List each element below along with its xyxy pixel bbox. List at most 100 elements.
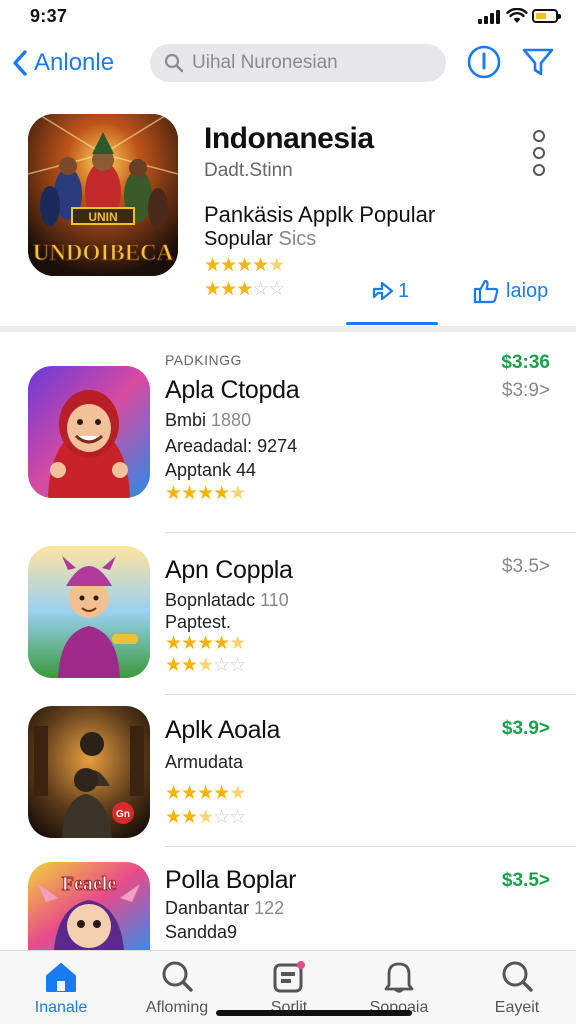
home-indicator [216,1010,412,1016]
bell-icon [384,962,414,993]
star-icon: ★ [197,807,214,828]
share-icon [372,281,394,301]
app-rating-stars: ★★★★★ [165,482,246,505]
app-artwork[interactable]: Feaele [28,862,150,950]
star-icon: ★ [165,633,182,654]
artwork-badge-text: UNIN [88,210,117,224]
artwork-title-text: Feaele [62,873,117,895]
search-input[interactable] [192,52,432,74]
like-button[interactable]: laiop [472,276,548,306]
app-downloads: Areadadal: 9274 [165,436,298,456]
tab-apps[interactable]: Sorlit [234,959,344,1017]
section-divider [0,326,576,332]
thumbs-up-icon [473,279,499,304]
star-icon: ★ [165,655,182,676]
featured-rating-stars: ★★★★★ [204,254,285,277]
star-icon: ★ [165,483,182,504]
status-bar: 9:37 [0,0,576,34]
featured-app-developer: Dadt.Stinn [204,160,293,181]
star-icon: ★ [229,483,246,504]
artwork-title-text: UNDOIBECA [33,240,174,265]
star-icon: ★ [220,255,237,276]
star-icon: ★ [181,633,198,654]
app-artwork[interactable]: Gn [28,706,150,838]
tab-home[interactable]: Inanale [6,959,116,1017]
star-icon: ★ [268,255,285,276]
featured-secondary-rating-stars: ★★★☆☆ [204,278,285,301]
more-options-icon[interactable] [532,130,546,178]
price-button[interactable]: $3.9> [502,718,550,740]
app-developer: Paptest. [165,612,232,632]
star-icon: ☆ [229,655,246,676]
star-icon: ☆ [213,655,230,676]
star-icon: ★ [165,807,182,828]
app-rating-stars: ★★★★★ [165,782,246,805]
selected-tab-indicator [346,322,438,325]
star-icon: ★ [181,483,198,504]
app-developer: Sandda9 [165,922,238,942]
price-button[interactable]: $3:36 [501,352,550,374]
app-secondary-rating-stars: ★★★☆☆ [165,806,246,829]
star-icon: ★ [236,279,253,300]
chevron-left-icon [13,50,27,76]
star-icon: ★ [236,255,253,276]
info-icon[interactable] [466,44,502,80]
app-title: Polla Boplar [165,866,297,894]
apps-icon [273,961,305,993]
search-icon [164,53,184,73]
app-secondary-rating-stars: ★★★☆☆ [165,654,246,677]
price-button[interactable]: $3.5> [502,556,550,578]
app-subtitle: Danbantar 122 [165,898,284,919]
battery-icon [532,9,561,23]
tab-label: Inanale [34,999,88,1016]
rank-text: Sics [278,228,317,250]
app-artwork-illustration: Gn [28,706,150,838]
star-icon: ★ [204,279,221,300]
category-text: Sopular [204,228,273,250]
star-icon: ★ [197,655,214,676]
star-icon: ☆ [268,279,285,300]
navigation-bar: Anlonle [0,40,576,86]
tab-notifications[interactable]: Sopoaia [344,959,454,1017]
star-icon: ☆ [229,807,246,828]
featured-app[interactable]: UNIN UNDOIBECA Indonanesia Dadt.Stinn Pa… [0,112,576,328]
price-secondary[interactable]: $3:9> [502,380,550,402]
app-subtitle-number: 1880 [211,410,252,430]
tab-explore[interactable]: Eayeit [462,959,572,1017]
app-subtitle-text: Danbantar [165,898,250,918]
app-subtitle-text: Bmbi [165,410,207,430]
star-icon: ★ [229,783,246,804]
app-rank: Apptank 44 [165,460,257,480]
tab-search[interactable]: Afloming [122,959,232,1017]
app-artwork[interactable] [28,546,150,678]
star-icon: ★ [204,255,221,276]
app-artwork-illustration [28,366,150,498]
featured-app-subtitle: Pankäsis Applk Popular [204,202,436,227]
like-label: laiop [506,279,549,302]
star-icon: ★ [229,633,246,654]
featured-app-category: Sopular Sics [204,228,316,251]
star-icon: ★ [213,633,230,654]
home-icon [46,963,76,992]
app-subtitle: Armudata [165,752,244,772]
star-icon: ★ [197,783,214,804]
featured-app-artwork[interactable]: UNIN UNDOIBECA [28,114,178,276]
back-label: Anlonle [34,49,115,76]
app-subtitle-number: 122 [254,898,285,918]
app-subtitle: Bmbi 1880 [165,410,251,431]
app-artwork[interactable] [28,366,150,498]
ranking-section-label: PADKINGG [165,352,242,368]
app-subtitle-number: 110 [260,590,289,610]
star-icon: ☆ [252,279,269,300]
artwork-badge-text: Gn [116,809,130,820]
back-button[interactable]: Anlonle [10,44,114,82]
share-button[interactable]: 1 [370,276,409,306]
price-button[interactable]: $3.5> [502,870,550,892]
app-subtitle-text: Bopnlatadc [165,590,256,610]
tab-label: Afloming [145,999,209,1016]
search-bar[interactable] [150,44,446,82]
filter-icon[interactable] [520,44,556,80]
app-title: Apla Ctopda [165,376,300,404]
wifi-icon [506,8,528,23]
app-title: Apn Coppla [165,556,293,584]
